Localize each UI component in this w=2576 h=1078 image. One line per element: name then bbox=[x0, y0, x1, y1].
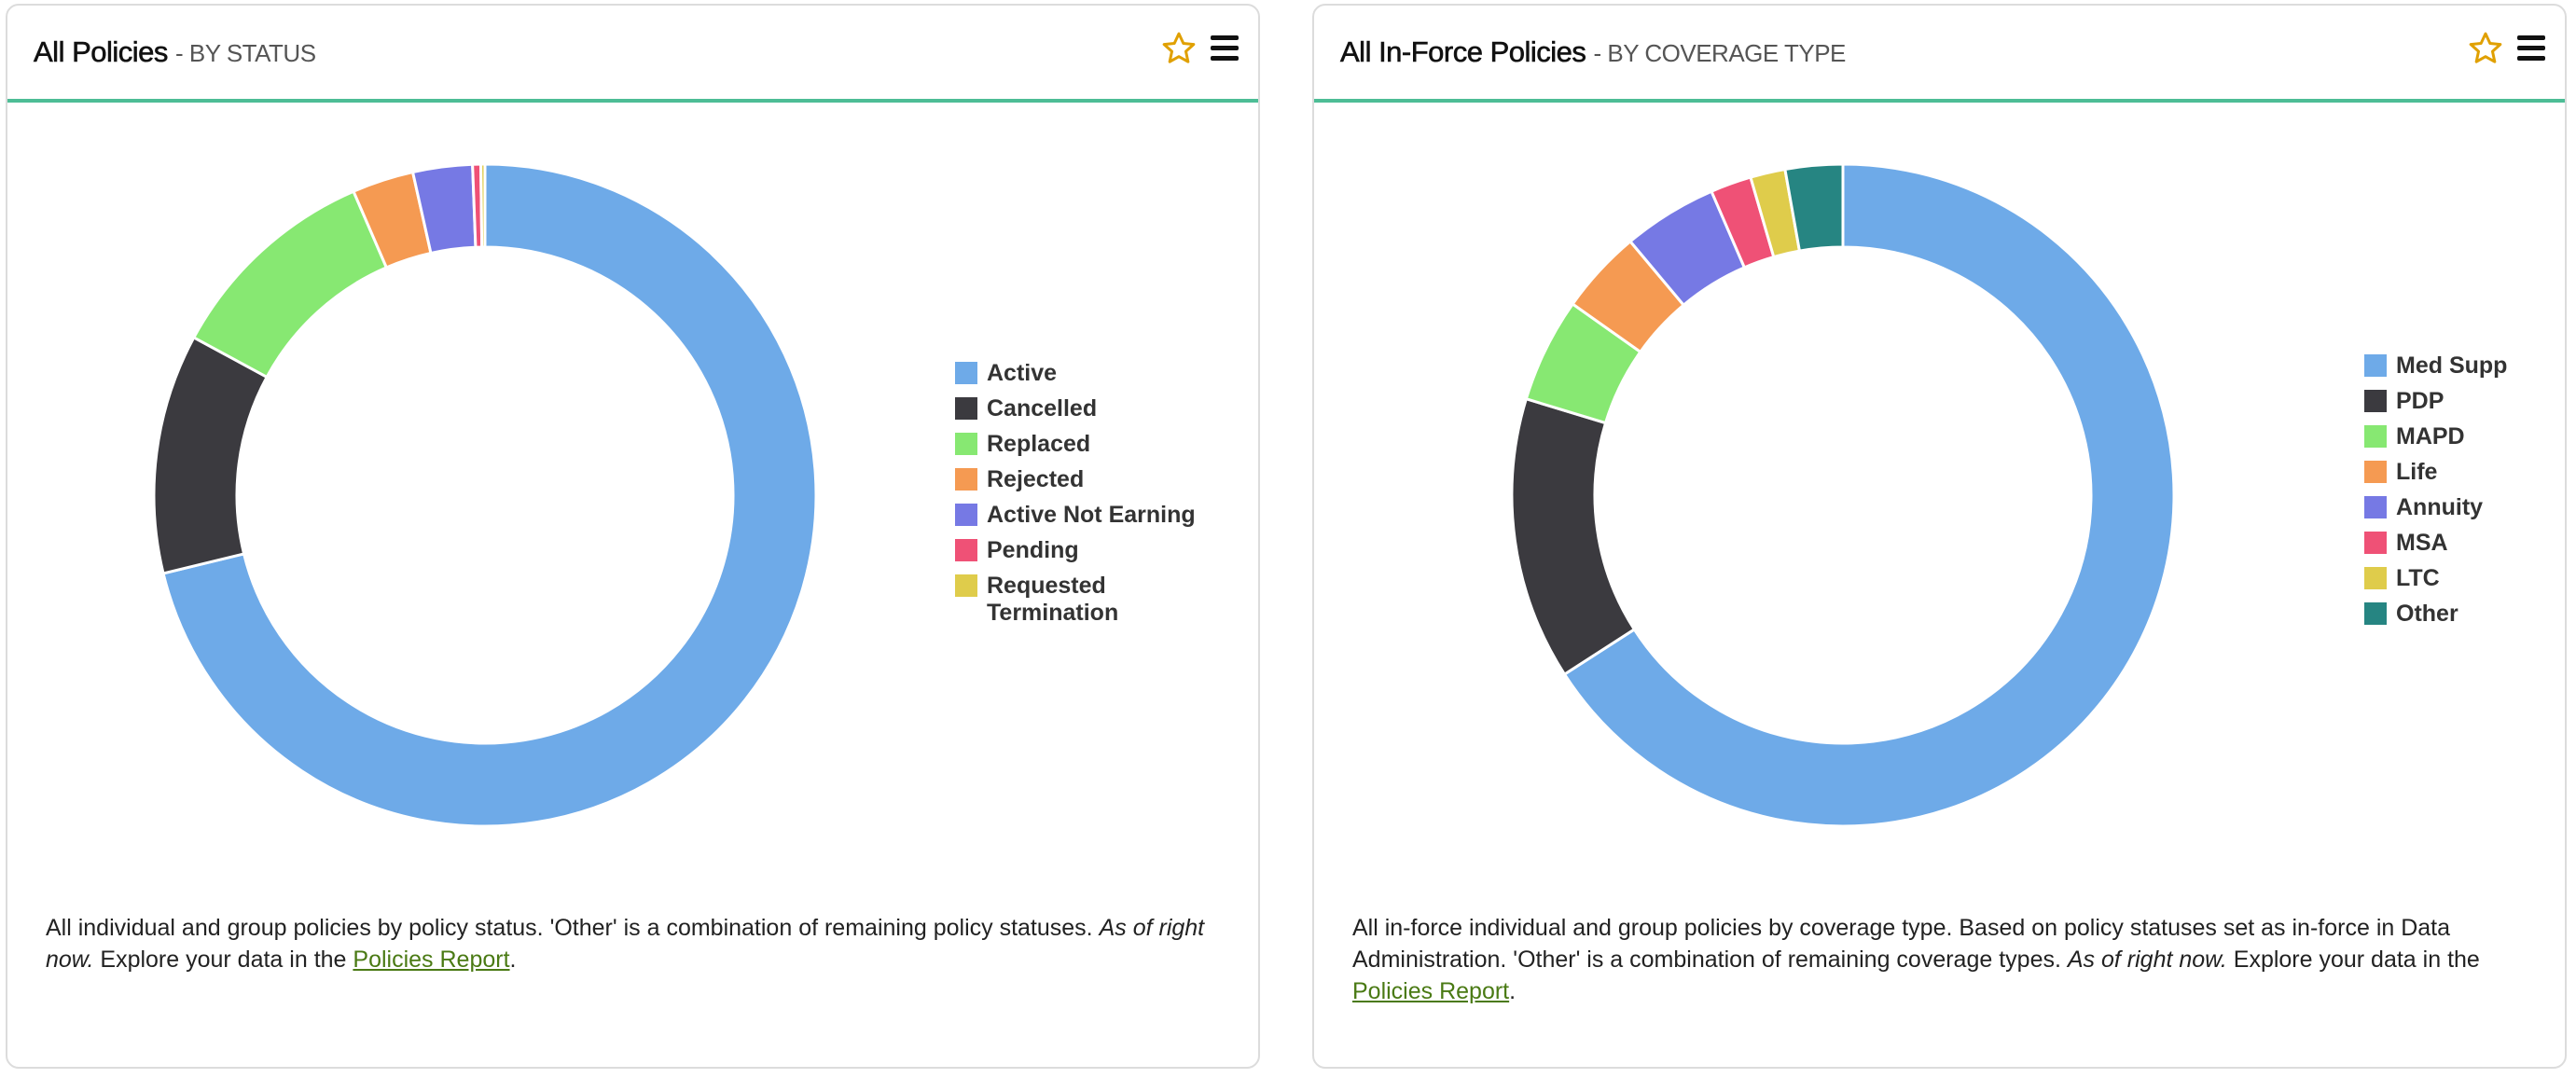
chart-legend: Active Cancelled Replaced Rejected Active No… bbox=[955, 360, 1196, 632]
legend-label: Replaced bbox=[987, 431, 1091, 457]
legend-label: Active Not Earning bbox=[987, 502, 1196, 528]
panel-title: All In-Force Policies - BY COVERAGE TYPE bbox=[1340, 35, 1847, 69]
panel-header: All In-Force Policies - BY COVERAGE TYPE bbox=[1314, 6, 2565, 103]
donut-slice-pdp[interactable] bbox=[1510, 396, 1637, 677]
in-force-policies-by-coverage-panel: All In-Force Policies - BY COVERAGE TYPE… bbox=[1312, 4, 2567, 1069]
legend-swatch bbox=[955, 433, 977, 455]
star-icon[interactable] bbox=[2467, 30, 2504, 67]
panel-title-main: All In-Force Policies bbox=[1340, 35, 1587, 69]
legend-item-cancelled[interactable]: Cancelled bbox=[955, 395, 1196, 431]
description-text: Explore your data in the bbox=[2233, 947, 2480, 973]
description-end: . bbox=[509, 947, 517, 973]
legend-label: Pending bbox=[987, 537, 1079, 563]
hamburger-menu-icon[interactable] bbox=[1211, 35, 1239, 62]
donut-slice-cancelled[interactable] bbox=[152, 335, 270, 575]
legend-swatch bbox=[2364, 425, 2387, 448]
legend-label: PDP bbox=[2396, 388, 2444, 414]
legend-item-mapd[interactable]: MAPD bbox=[2364, 423, 2507, 459]
legend-swatch bbox=[955, 539, 977, 561]
legend-swatch bbox=[955, 504, 977, 526]
legend-item-replaced[interactable]: Replaced bbox=[955, 431, 1196, 466]
legend-swatch bbox=[2364, 532, 2387, 554]
panel-description: All individual and group policies by pol… bbox=[46, 912, 1230, 975]
legend-label: Other bbox=[2396, 601, 2458, 627]
description-text: Explore your data in the bbox=[100, 947, 347, 973]
legend-swatch bbox=[2364, 354, 2387, 377]
legend-label: Annuity bbox=[2396, 494, 2484, 520]
legend-label: Active bbox=[987, 360, 1058, 386]
legend-swatch bbox=[2364, 602, 2387, 625]
legend-item-requested-termination[interactable]: Requested Termination bbox=[955, 573, 1196, 632]
panel-title: All Policies - BY STATUS bbox=[34, 35, 316, 69]
panel-subtitle: - BY STATUS bbox=[175, 39, 316, 67]
legend-swatch bbox=[2364, 461, 2387, 483]
legend-label: LTC bbox=[2396, 565, 2440, 591]
legend-item-pending[interactable]: Pending bbox=[955, 537, 1196, 573]
legend-label: Cancelled bbox=[987, 395, 1098, 422]
legend-item-med-supp[interactable]: Med Supp bbox=[2364, 352, 2507, 388]
legend-swatch bbox=[955, 468, 977, 491]
legend-item-msa[interactable]: MSA bbox=[2364, 530, 2507, 565]
legend-label: MSA bbox=[2396, 530, 2448, 556]
legend-swatch bbox=[2364, 567, 2387, 589]
donut-slice-replaced[interactable] bbox=[191, 189, 389, 380]
hamburger-menu-icon[interactable] bbox=[2517, 35, 2545, 62]
description-end: . bbox=[1509, 978, 1517, 1004]
legend-item-active[interactable]: Active bbox=[955, 360, 1196, 395]
legend-swatch bbox=[955, 397, 977, 420]
legend-swatch bbox=[955, 574, 977, 597]
legend-item-rejected[interactable]: Rejected bbox=[955, 466, 1196, 502]
legend-swatch bbox=[2364, 390, 2387, 412]
chart-legend: Med Supp PDP MAPD Life Annuity MSA LTC Other bbox=[2364, 352, 2507, 636]
legend-label: Requested Termination bbox=[987, 573, 1119, 626]
legend-swatch bbox=[955, 362, 977, 384]
policies-by-status-panel: All Policies - BY STATUS Active Cancelled… bbox=[6, 4, 1260, 1069]
description-text: All individual and group policies by pol… bbox=[46, 915, 1093, 941]
panel-title-main: All Policies bbox=[34, 35, 169, 69]
legend-swatch bbox=[2364, 496, 2387, 518]
panel-header: All Policies - BY STATUS bbox=[7, 6, 1258, 103]
description-timestamp: As of right now. bbox=[2067, 947, 2227, 973]
legend-label: Life bbox=[2396, 459, 2438, 485]
legend-label: MAPD bbox=[2396, 423, 2465, 449]
legend-item-annuity[interactable]: Annuity bbox=[2364, 494, 2507, 530]
legend-item-other[interactable]: Other bbox=[2364, 601, 2507, 636]
legend-item-pdp[interactable]: PDP bbox=[2364, 388, 2507, 423]
panel-subtitle: - BY COVERAGE TYPE bbox=[1593, 39, 1847, 67]
legend-label: Rejected bbox=[987, 466, 1085, 492]
legend-item-active-not-earning[interactable]: Active Not Earning bbox=[955, 502, 1196, 537]
legend-label: Med Supp bbox=[2396, 352, 2508, 379]
policies-report-link[interactable]: Policies Report bbox=[1352, 978, 1509, 1004]
legend-item-life[interactable]: Life bbox=[2364, 459, 2507, 494]
star-icon[interactable] bbox=[1160, 30, 1198, 67]
policies-report-link[interactable]: Policies Report bbox=[353, 947, 509, 973]
donut-slice-requested-termination[interactable] bbox=[479, 162, 487, 249]
panel-description: All in-force individual and group polici… bbox=[1352, 912, 2537, 1007]
legend-item-ltc[interactable]: LTC bbox=[2364, 565, 2507, 601]
